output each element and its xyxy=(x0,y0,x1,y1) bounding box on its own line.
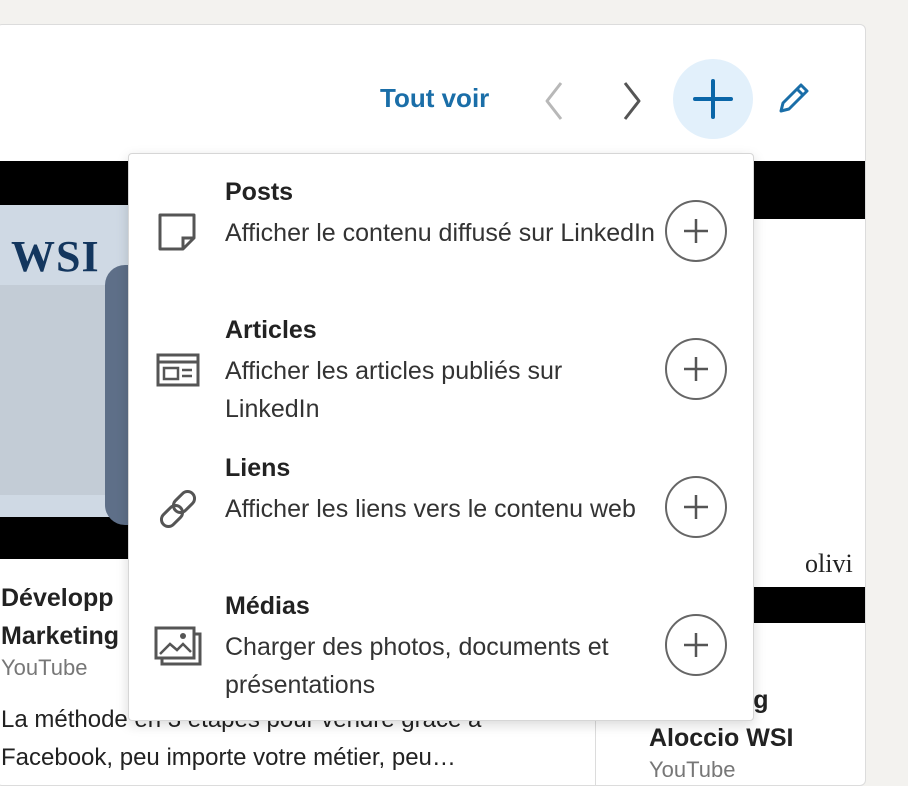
plus-icon xyxy=(684,219,708,243)
section-header: Tout voir xyxy=(0,25,865,161)
menu-item-description: Charger des photos, documents et présent… xyxy=(225,633,609,699)
add-media-button[interactable] xyxy=(665,614,727,676)
card-2-image-text: olivi xyxy=(805,549,853,578)
next-button[interactable] xyxy=(611,79,651,123)
plus-icon xyxy=(684,633,708,657)
menu-item-description: Afficher les articles publiés sur Linked… xyxy=(225,357,563,423)
media-images-icon xyxy=(154,626,202,666)
edit-button[interactable] xyxy=(773,79,813,119)
plus-icon xyxy=(684,495,708,519)
article-icon xyxy=(156,353,200,387)
wsi-logo: WSI xyxy=(11,232,100,281)
pencil-icon xyxy=(779,83,809,113)
card-1-image: WSI xyxy=(0,205,145,525)
see-all-link[interactable]: Tout voir xyxy=(380,83,489,114)
add-links-button[interactable] xyxy=(665,476,727,538)
menu-item-title: Liens xyxy=(225,454,291,482)
chevron-right-icon xyxy=(623,82,641,120)
menu-item-title: Médias xyxy=(225,592,310,620)
chevron-left-icon xyxy=(545,82,563,120)
menu-item-links[interactable]: Liens Afficher les liens vers le contenu… xyxy=(129,430,753,568)
add-posts-button[interactable] xyxy=(665,200,727,262)
menu-item-title: Articles xyxy=(225,316,317,344)
menu-item-description: Afficher le contenu diffusé sur LinkedIn xyxy=(225,219,655,247)
menu-item-articles[interactable]: Articles Afficher les articles publiés s… xyxy=(129,292,753,430)
menu-item-media[interactable]: Médias Charger des photos, documents et … xyxy=(129,568,753,706)
menu-item-posts[interactable]: Posts Afficher le contenu diffusé sur Li… xyxy=(129,154,753,292)
menu-item-title: Posts xyxy=(225,178,294,206)
menu-item-description: Afficher les liens vers le contenu web xyxy=(225,495,636,523)
previous-button[interactable] xyxy=(535,79,575,123)
post-note-icon xyxy=(158,213,196,251)
plus-icon xyxy=(693,79,733,119)
card-1-source: YouTube xyxy=(1,655,88,680)
add-articles-button[interactable] xyxy=(665,338,727,400)
link-icon xyxy=(159,489,197,529)
plus-icon xyxy=(684,357,708,381)
add-featured-button[interactable] xyxy=(673,59,753,139)
card-2-source: YouTube xyxy=(649,757,736,782)
add-featured-menu: Posts Afficher le contenu diffusé sur Li… xyxy=(128,153,754,721)
